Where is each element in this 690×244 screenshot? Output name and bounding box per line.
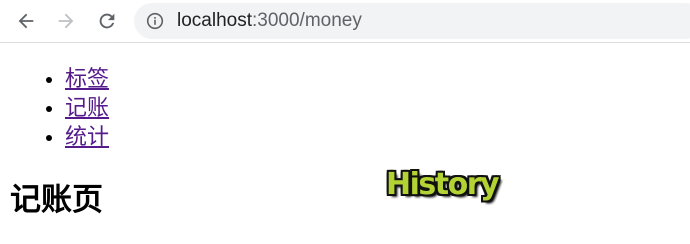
back-button[interactable] (13, 8, 39, 34)
reload-icon (96, 10, 118, 32)
nav-link-money[interactable]: 记账 (65, 96, 109, 121)
nav-list: 标签 记账 统计 (25, 65, 109, 152)
history-overlay-text: History (386, 167, 500, 202)
browser-toolbar: localhost:3000/money (0, 0, 690, 43)
url-path: :3000/money (252, 10, 362, 31)
forward-button[interactable] (53, 8, 79, 34)
arrow-left-icon (15, 10, 37, 32)
arrow-right-icon (55, 10, 77, 32)
nav-item-money: 记账 (65, 94, 109, 123)
url-host: localhost (177, 10, 252, 31)
url-text[interactable]: localhost:3000/money (177, 10, 362, 32)
page-content: 标签 记账 统计 History 记账页 (0, 43, 690, 244)
nav-item-tags: 标签 (65, 65, 109, 94)
nav-link-tags[interactable]: 标签 (65, 67, 109, 92)
page-title: 记账页 (10, 182, 103, 218)
reload-button[interactable] (94, 8, 120, 34)
address-bar[interactable]: localhost:3000/money (134, 3, 690, 39)
info-circle-icon[interactable] (146, 12, 164, 30)
nav-item-statistics: 统计 (65, 123, 109, 152)
nav-link-statistics[interactable]: 统计 (65, 125, 109, 150)
